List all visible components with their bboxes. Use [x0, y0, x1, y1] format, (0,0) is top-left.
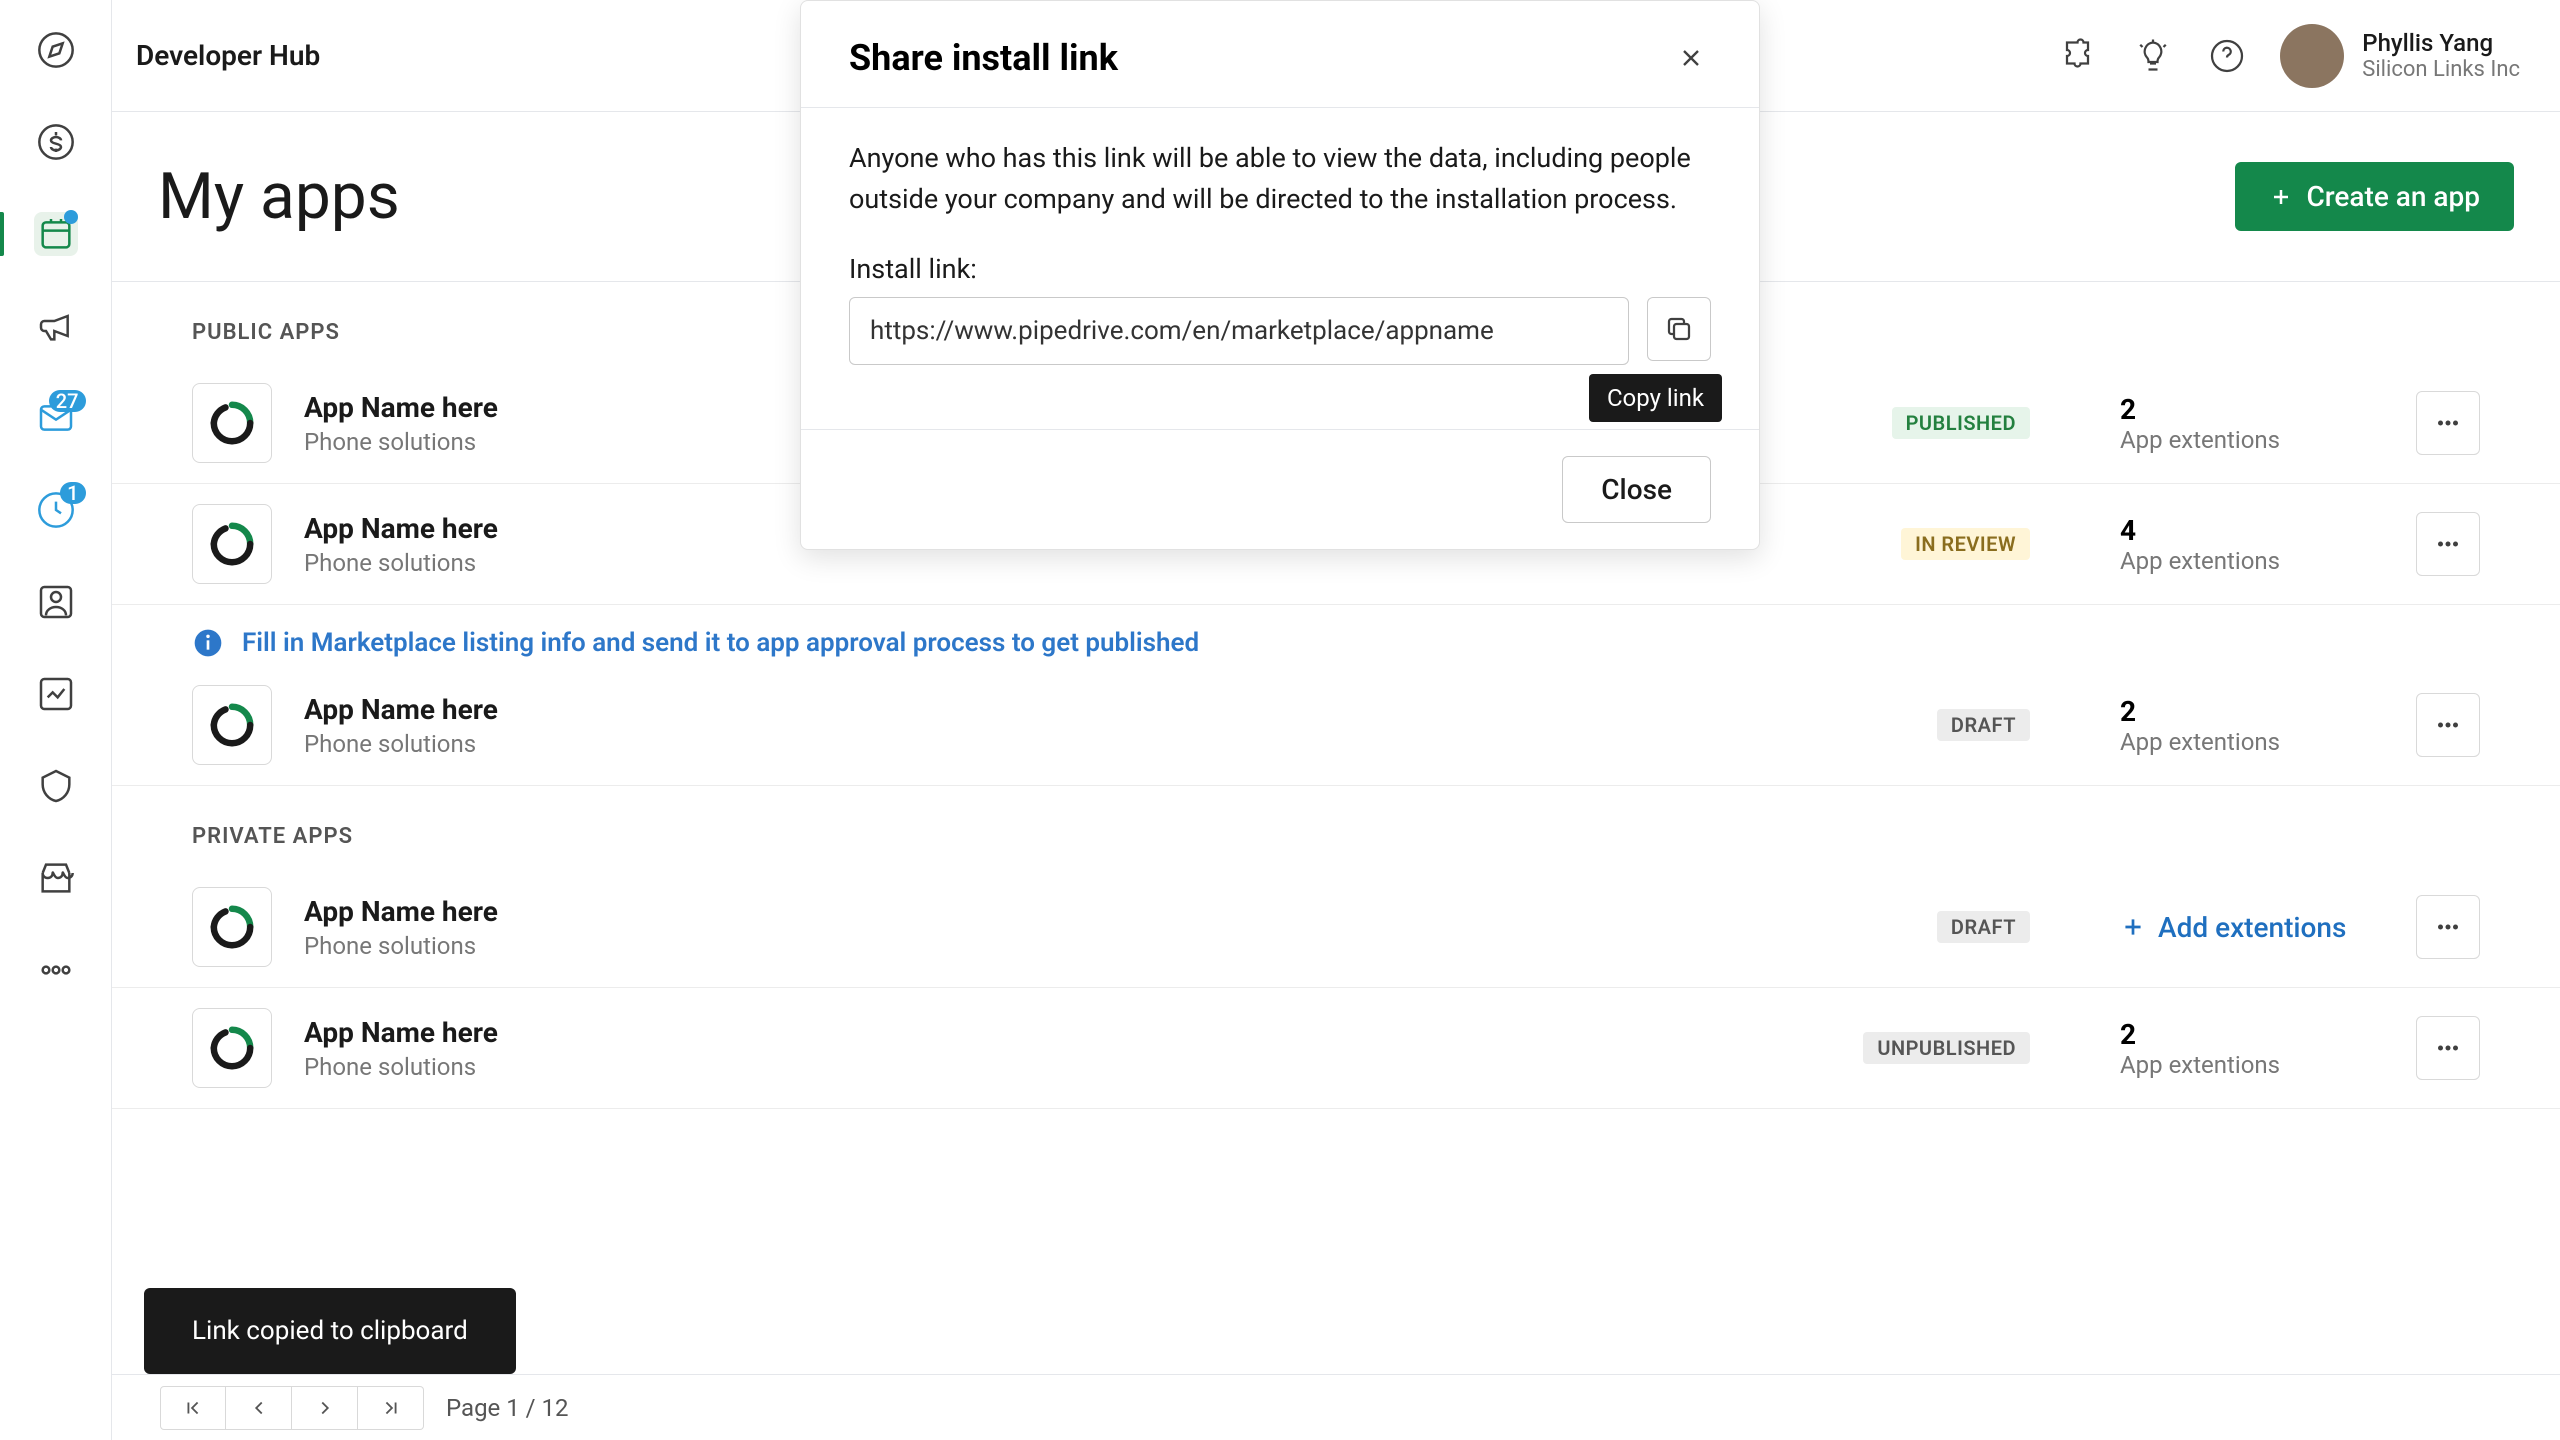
copy-tooltip: Copy link [1589, 374, 1722, 422]
install-link-input[interactable] [849, 297, 1629, 365]
modal-close-button[interactable]: Close [1562, 456, 1711, 523]
copy-link-button[interactable]: Copy link [1647, 297, 1711, 361]
modal-title: Share install link [849, 37, 1118, 79]
share-link-modal: Share install link Anyone who has this l… [800, 0, 1760, 550]
modal-description: Anyone who has this link will be able to… [849, 108, 1711, 219]
install-link-label: Install link: [849, 253, 1711, 285]
modal-close-icon[interactable] [1671, 38, 1711, 78]
